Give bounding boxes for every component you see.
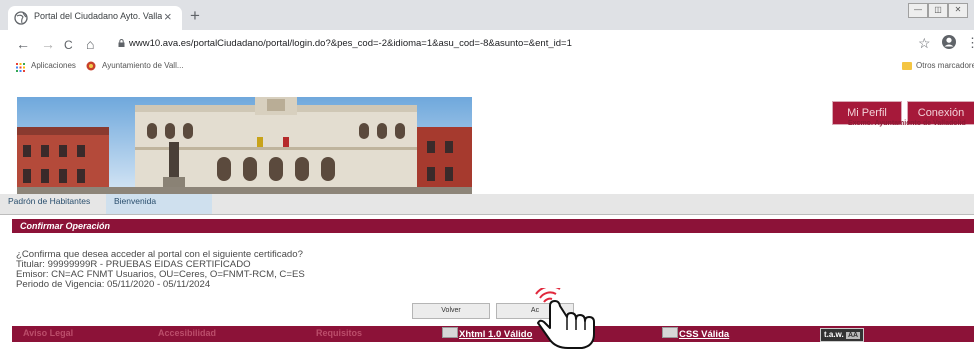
requirements-link[interactable]: Requisitos: [316, 328, 362, 338]
home-icon[interactable]: ⌂: [86, 36, 94, 52]
tab-padron[interactable]: Padrón de Habitantes: [0, 194, 106, 214]
taw-label: t.a.w.: [824, 330, 844, 339]
browser-tab-strip: Portal del Ciudadano Ayto. Valladoli × +…: [0, 0, 974, 30]
portal-tab-bar: Padrón de Habitantes Bienvenida: [0, 194, 974, 215]
hand-pointer-icon: [535, 288, 595, 349]
apps-grid-icon[interactable]: [16, 63, 25, 72]
xhtml-badge-icon: [442, 327, 458, 338]
new-tab-button[interactable]: +: [190, 6, 200, 26]
lock-icon: [118, 39, 125, 47]
accessibility-link[interactable]: Accesibilidad: [158, 328, 216, 338]
taw-badge[interactable]: t.a.w. AA: [820, 328, 865, 342]
taw-level: AA: [845, 332, 861, 339]
forward-icon[interactable]: →: [41, 36, 55, 52]
city-crest-icon: [86, 61, 96, 71]
browser-tab[interactable]: Portal del Ciudadano Ayto. Valladoli ×: [8, 6, 182, 30]
legal-notice-link[interactable]: Aviso Legal: [23, 328, 73, 338]
section-header: Confirmar Operación: [12, 219, 974, 233]
css-valid-link[interactable]: CSS Válida: [662, 327, 729, 340]
tab-bienvenida[interactable]: Bienvenida: [106, 194, 212, 214]
browser-menu-icon[interactable]: ⋮: [966, 35, 974, 51]
confirmation-message: ¿Confirma que desea acceder al portal co…: [16, 250, 305, 290]
bookmarks-bar: Aplicaciones Ayuntamiento de Vall... Otr…: [0, 58, 974, 76]
globe-icon: [14, 11, 28, 25]
restore-button[interactable]: ◫: [928, 3, 948, 18]
bookmark-apps[interactable]: Aplicaciones: [31, 61, 76, 70]
back-icon[interactable]: ←: [16, 36, 30, 52]
minimize-button[interactable]: —: [908, 3, 928, 18]
address-bar: ← → C ⌂ www10.ava.es/portalCiudadano/por…: [0, 30, 974, 59]
city-council-name: Excmo. Ayuntamiento de Valladolid: [848, 120, 966, 127]
certificate-validity: Periodo de Vigencia: 05/11/2020 - 05/11/…: [16, 279, 211, 290]
city-hall-banner: [17, 97, 472, 194]
profile-icon[interactable]: [941, 34, 957, 50]
close-icon[interactable]: ×: [164, 9, 172, 24]
reload-icon[interactable]: C: [64, 38, 73, 52]
section-title: Confirmar Operación: [20, 221, 111, 231]
css-badge-icon: [662, 327, 678, 338]
back-button[interactable]: Volver: [412, 303, 490, 319]
bookmark-star-icon[interactable]: ☆: [918, 35, 931, 52]
url-input[interactable]: www10.ava.es/portalCiudadano/portal/logi…: [129, 38, 572, 49]
close-window-button[interactable]: ✕: [948, 3, 968, 18]
tab-title: Portal del Ciudadano Ayto. Valladoli: [34, 11, 162, 21]
css-valid-label: CSS Válida: [679, 329, 730, 340]
xhtml-valid-link[interactable]: Xhtml 1.0 Válido: [442, 327, 532, 340]
bookmark-ayuntamiento[interactable]: Ayuntamiento de Vall...: [102, 61, 184, 70]
footer-bar: Aviso Legal Accesibilidad Requisitos Xht…: [12, 326, 974, 342]
bookmark-other[interactable]: Otros marcadores: [916, 61, 974, 70]
folder-icon: [902, 62, 912, 70]
